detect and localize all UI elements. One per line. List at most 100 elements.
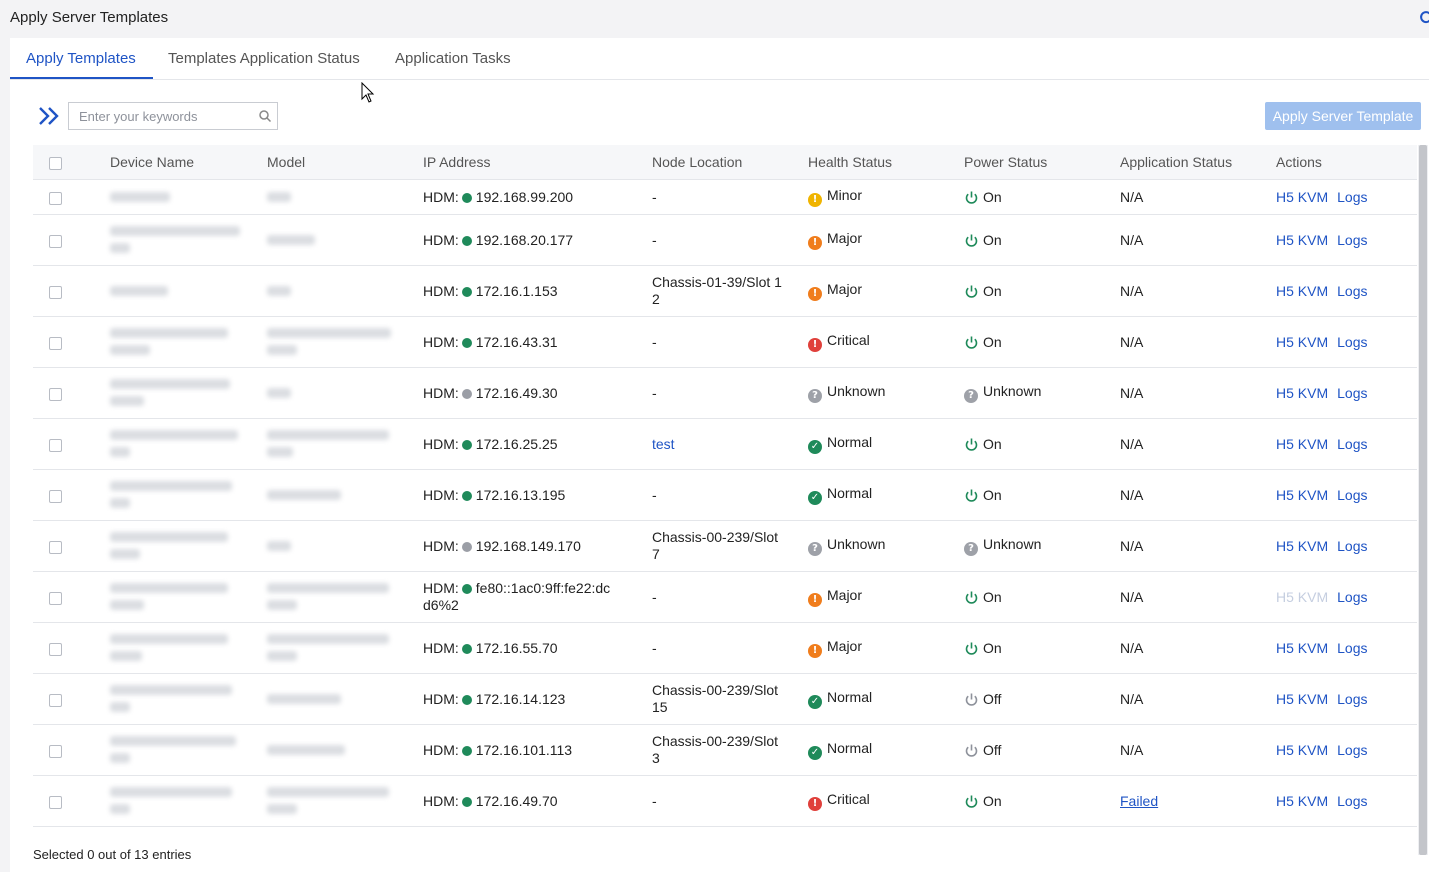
search-icon[interactable] xyxy=(258,109,272,123)
table-row[interactable]: HDM: 192.168.149.170 Chassis-00-239/Slot 7… xyxy=(33,520,1417,572)
node-location: Chassis-00-239/Slot 7 xyxy=(652,529,779,562)
ip-address: 192.168.99.200 xyxy=(475,188,574,205)
power-status: On xyxy=(983,640,1002,656)
table-row[interactable]: HDM: 172.16.55.70 -! Major On N/A H5 KVM Logs xyxy=(33,622,1417,674)
scrollbar-thumb[interactable] xyxy=(1419,145,1427,855)
table-row[interactable]: HDM: 192.168.99.200 -! Minor On N/A H5 KVM Logs xyxy=(33,179,1417,215)
logs-link[interactable]: Logs xyxy=(1337,385,1367,401)
column-header-power-status[interactable]: Power Status xyxy=(964,145,1120,180)
h5-kvm-link[interactable]: H5 KVM xyxy=(1276,385,1328,401)
table-row[interactable]: HDM: fe80::1ac0:9ff:fe22:dcd6%2-! Major On N… xyxy=(33,571,1417,623)
table-row[interactable]: HDM: 172.16.43.31 -! Critical On N/A H5 KVM Log… xyxy=(33,316,1417,368)
table-row[interactable]: HDM: 172.16.49.30 -? Unknown? Unknown N/A H5 K… xyxy=(33,367,1417,419)
row-checkbox[interactable] xyxy=(49,795,62,809)
ip-prefix: HDM: xyxy=(423,435,459,452)
application-status-cell: N/A xyxy=(1120,520,1276,572)
table-row[interactable]: HDM: 172.16.101.113 Chassis-00-239/Slot 3 ✓… xyxy=(33,724,1417,776)
row-checkbox[interactable] xyxy=(49,336,62,350)
health-status-cell: ! Minor xyxy=(808,179,964,215)
h5-kvm-link[interactable]: H5 KVM xyxy=(1276,793,1328,809)
logs-link[interactable]: Logs xyxy=(1337,589,1367,605)
logs-link[interactable]: Logs xyxy=(1337,793,1367,809)
node-location-link[interactable]: test xyxy=(652,436,675,452)
actions-cell: H5 KVM Logs xyxy=(1276,520,1417,572)
node-location-cell: - xyxy=(652,571,808,623)
table-row[interactable]: HDM: 192.168.20.177 -! Major On N/A H5 KVM Logs xyxy=(33,214,1417,266)
refresh-icon[interactable] xyxy=(1419,10,1429,24)
tab-application-tasks[interactable]: Application Tasks xyxy=(395,50,511,67)
h5-kvm-link[interactable]: H5 KVM xyxy=(1276,640,1328,656)
table-row[interactable]: HDM: 172.16.13.195 - ✓ Normal On N/A H5 KVM Logs xyxy=(33,469,1417,521)
h5-kvm-link[interactable]: H5 KVM xyxy=(1276,691,1328,707)
expand-filter-icon[interactable] xyxy=(36,105,62,127)
h5-kvm-link[interactable]: H5 KVM xyxy=(1276,334,1328,350)
redacted-text xyxy=(110,328,228,338)
model-cell xyxy=(267,265,423,317)
health-status-cell: ? Unknown xyxy=(808,367,964,419)
ip-address-cell: HDM: 172.16.1.153 xyxy=(423,265,652,317)
model-cell xyxy=(267,316,423,368)
table-row[interactable]: HDM: 172.16.1.153 Chassis-01-39/Slot 1 2! M… xyxy=(33,265,1417,317)
h5-kvm-link[interactable]: H5 KVM xyxy=(1276,232,1328,248)
connection-status-dot xyxy=(461,643,472,654)
column-header-ip-address[interactable]: IP Address xyxy=(423,145,652,180)
tab-templates-application-status[interactable]: Templates Application Status xyxy=(168,50,360,67)
actions-cell: H5 KVM Logs xyxy=(1276,316,1417,368)
power-status-cell: On xyxy=(964,775,1120,827)
column-header-node-location[interactable]: Node Location xyxy=(652,145,808,180)
ip-address-cell: HDM: 172.16.25.25 xyxy=(423,418,652,470)
logs-link[interactable]: Logs xyxy=(1337,436,1367,452)
h5-kvm-link[interactable]: H5 KVM xyxy=(1276,189,1328,205)
logs-link[interactable]: Logs xyxy=(1337,538,1367,554)
model-cell xyxy=(267,673,423,725)
application-status: N/A xyxy=(1120,640,1144,656)
h5-kvm-link[interactable]: H5 KVM xyxy=(1276,436,1328,452)
logs-link[interactable]: Logs xyxy=(1337,232,1367,248)
logs-link[interactable]: Logs xyxy=(1337,189,1367,205)
table-row[interactable]: HDM: 172.16.49.70 -! Critical On Failed H5 KVM… xyxy=(33,775,1417,827)
logs-link[interactable]: Logs xyxy=(1337,691,1367,707)
row-checkbox[interactable] xyxy=(49,191,62,205)
ip-address-cell: HDM: 172.16.49.30 xyxy=(423,367,652,419)
h5-kvm-link[interactable]: H5 KVM xyxy=(1276,538,1328,554)
application-status-link[interactable]: Failed xyxy=(1120,793,1158,809)
model-cell xyxy=(267,214,423,266)
logs-link[interactable]: Logs xyxy=(1337,742,1367,758)
application-status: N/A xyxy=(1120,189,1144,205)
row-checkbox[interactable] xyxy=(49,438,62,452)
row-checkbox[interactable] xyxy=(49,591,62,605)
redacted-text xyxy=(110,736,236,746)
health-status: Normal xyxy=(827,434,873,450)
apply-server-template-button[interactable]: Apply Server Template xyxy=(1265,102,1421,130)
row-checkbox[interactable] xyxy=(49,642,62,656)
logs-link[interactable]: Logs xyxy=(1337,640,1367,656)
logs-link[interactable]: Logs xyxy=(1337,334,1367,350)
health-status: Major xyxy=(827,230,863,246)
table-scrollbar[interactable] xyxy=(1418,145,1428,855)
column-header-application-status[interactable]: Application Status xyxy=(1120,145,1276,180)
column-header-health-status[interactable]: Health Status xyxy=(808,145,964,180)
h5-kvm-link[interactable]: H5 KVM xyxy=(1276,742,1328,758)
tab-apply-templates[interactable]: Apply Templates xyxy=(26,50,136,67)
logs-link[interactable]: Logs xyxy=(1337,487,1367,503)
h5-kvm-link[interactable]: H5 KVM xyxy=(1276,283,1328,299)
device-name-cell xyxy=(110,520,267,572)
row-checkbox[interactable] xyxy=(49,489,62,503)
h5-kvm-link[interactable]: H5 KVM xyxy=(1276,487,1328,503)
row-checkbox[interactable] xyxy=(49,744,62,758)
table-row[interactable]: HDM: 172.16.14.123 Chassis-00-239/Slot 15 ✓… xyxy=(33,673,1417,725)
row-checkbox[interactable] xyxy=(49,387,62,401)
column-header-device-name[interactable]: Device Name xyxy=(110,145,267,180)
h5-kvm-link[interactable]: H5 KVM xyxy=(1276,589,1328,605)
logs-link[interactable]: Logs xyxy=(1337,283,1367,299)
row-checkbox[interactable] xyxy=(49,285,62,299)
row-checkbox[interactable] xyxy=(49,234,62,248)
select-all-checkbox[interactable] xyxy=(49,156,62,170)
row-checkbox[interactable] xyxy=(49,693,62,707)
health-major-icon: ! xyxy=(808,593,822,607)
table-row[interactable]: HDM: 172.16.25.25 test ✓ Normal On N/A H5 KVM Lo… xyxy=(33,418,1417,470)
row-select-cell xyxy=(33,367,110,419)
row-checkbox[interactable] xyxy=(49,540,62,554)
search-input[interactable] xyxy=(79,106,249,126)
column-header-model[interactable]: Model xyxy=(267,145,423,180)
